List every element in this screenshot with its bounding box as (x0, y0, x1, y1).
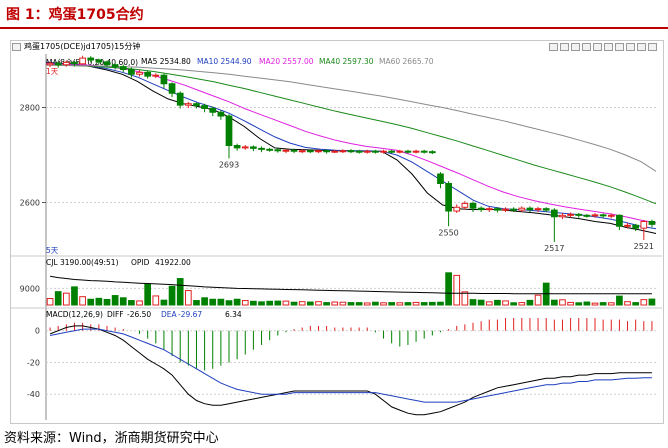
dea-value: -29.67 (178, 310, 203, 319)
day-flag-label: 1天 (46, 67, 59, 76)
toolbar-button-9[interactable] (637, 43, 646, 51)
toolbar-button-8[interactable] (626, 43, 635, 51)
chart-frame (10, 40, 664, 424)
ma10-label: MA10 2544.90 (197, 57, 252, 66)
macd-label: MACD(12,26,9) (46, 310, 103, 319)
opid-value: 41922.00 (155, 258, 191, 267)
figure-title: 图 1：鸡蛋1705合约 (6, 7, 144, 23)
title-rule (0, 27, 668, 29)
toolbar-button-3[interactable] (571, 43, 580, 51)
toolbar-button-10[interactable] (648, 43, 657, 51)
macd-value: 6.34 (225, 310, 242, 319)
ma5-label: MA5 2534.80 (141, 57, 191, 66)
toolbar-button-2[interactable] (560, 43, 569, 51)
toolbar-button-4[interactable] (582, 43, 591, 51)
chart-toolbar: 鸡蛋1705(DCE)jd1705)15分钟 (10, 41, 662, 54)
ma20-label: MA20 2557.00 (259, 57, 314, 66)
volume-label: CJL 3190.00(49:51) (46, 258, 119, 267)
contract-label: 鸡蛋1705(DCE)jd1705)15分钟 (24, 42, 141, 51)
opid-label: OPID (131, 258, 150, 267)
toolbar-menu-icon[interactable] (12, 43, 21, 51)
dea-label: DEA (161, 310, 177, 319)
period-label: 5天 (46, 246, 59, 255)
source-note: 资料来源：Wind，浙商期货研究中心 (4, 431, 219, 446)
diff-label: DIFF (107, 310, 124, 319)
toolbar-button-7[interactable] (615, 43, 624, 51)
toolbar-button-5[interactable] (593, 43, 602, 51)
toolbar-button-6[interactable] (604, 43, 613, 51)
toolbar-button-1[interactable] (549, 43, 558, 51)
ma-group-label: MA组合(5,10,20,40,60,0) (46, 58, 139, 67)
ma40-label: MA40 2597.30 (319, 57, 374, 66)
diff-value: -26.50 (127, 310, 152, 319)
ma60-label: MA60 2665.70 (379, 57, 434, 66)
